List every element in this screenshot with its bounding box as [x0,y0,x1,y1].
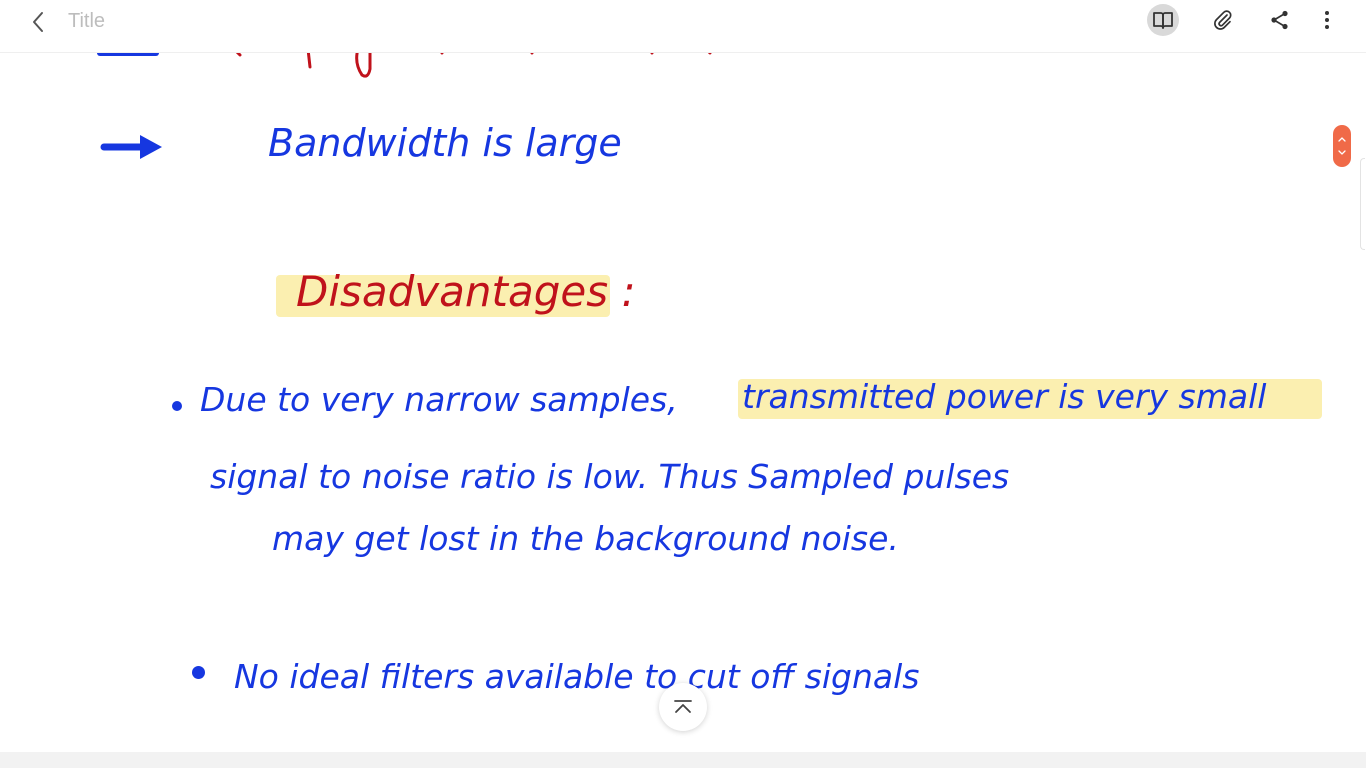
disadvantages-heading: Disadvantages : [296,267,636,316]
paperclip-icon [1214,10,1232,30]
note-canvas[interactable]: Bandwidth is large Disadvantages : Due t… [0,53,1366,752]
note-title[interactable]: Title [68,10,105,33]
arrow-icon [100,135,162,159]
bullet2-text: No ideal filters available to cut off si… [234,657,920,696]
reader-mode-button[interactable] [1147,4,1179,36]
chevron-up-icon [1338,137,1346,142]
share-icon [1271,10,1288,30]
top-toolbar: Title [0,0,1366,53]
share-button[interactable] [1264,4,1296,36]
chevron-down-icon [1338,150,1346,155]
scroll-to-top-icon [674,700,692,713]
bullet-dot [192,666,205,679]
bandwidth-line: Bandwidth is large [268,121,622,165]
scroll-to-top-button[interactable] [659,683,707,731]
back-button[interactable] [22,6,54,38]
arrow-icon [97,53,159,56]
bullet-dot [172,401,182,411]
bullet1-line3: may get lost in the background noise. [272,519,899,558]
side-panel-handle[interactable] [1360,158,1365,250]
partial-red-ink [235,53,712,78]
open-book-icon [1153,12,1173,29]
scrollbar-thumb[interactable] [1333,125,1351,167]
bullet1-text-start: Due to very narrow samples, [200,380,678,419]
bottom-bar [0,752,1366,768]
attach-button[interactable] [1207,4,1239,36]
more-vertical-icon [1325,11,1329,29]
bullet1-highlighted-text: transmitted power is very small [742,377,1267,416]
chevron-left-icon [33,12,43,32]
bullet1-line2: signal to noise ratio is low. Thus Sampl… [210,457,1010,496]
more-options-button[interactable] [1311,4,1343,36]
